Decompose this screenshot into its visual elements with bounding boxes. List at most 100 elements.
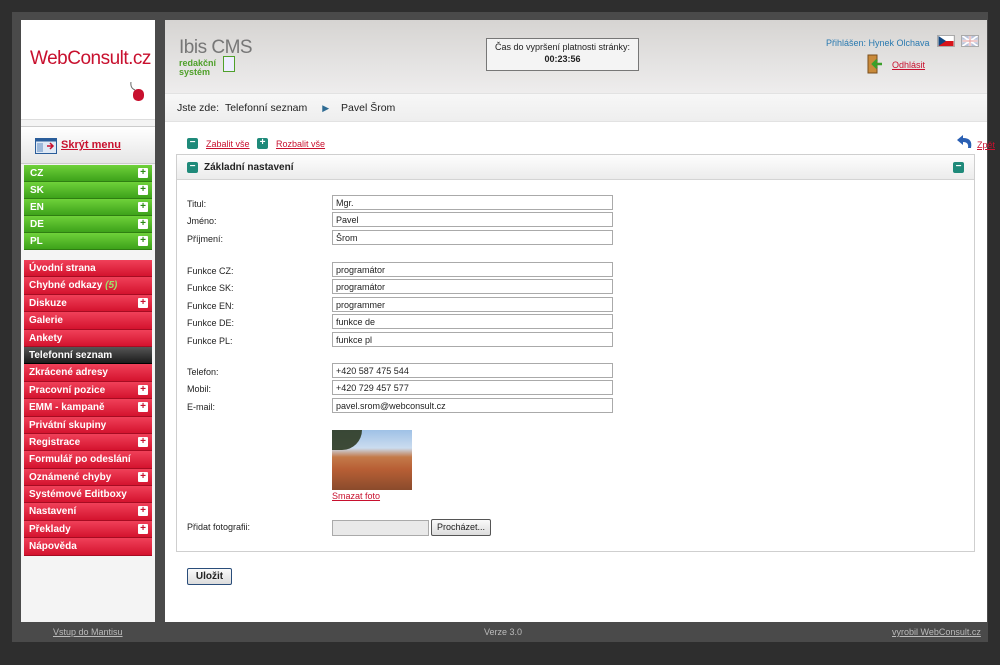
file-path-field[interactable] — [332, 520, 429, 536]
menu-label: Privátní skupiny — [29, 419, 107, 431]
settings-panel: − Základní nastavení − Titul: Jméno: Pří… — [176, 154, 975, 552]
header: Ibis CMS redakční systém Čas do vypršení… — [165, 20, 987, 93]
menu-item-napoveda[interactable]: Nápověda — [24, 538, 152, 556]
timer-value: 00:23:56 — [544, 54, 581, 64]
function-cz-label: Funkce CZ: — [187, 266, 234, 276]
toolbar: − Zabalit vše + Rozbalit vše Zpět — [187, 135, 995, 154]
save-button[interactable]: Uložit — [187, 568, 232, 585]
menu-item-galerie[interactable]: Galerie — [24, 312, 152, 330]
menu-label: Ankety — [29, 332, 63, 344]
back-label: Zpět — [977, 140, 996, 150]
cms-logo: Ibis CMS redakční systém — [179, 37, 253, 77]
plus-icon[interactable]: + — [138, 219, 148, 229]
function-de-field[interactable] — [332, 314, 613, 329]
breadcrumb-item[interactable]: Telefonní seznam — [225, 102, 307, 114]
function-pl-field[interactable] — [332, 332, 613, 347]
menu-item-diskuze[interactable]: Diskuze + — [24, 294, 152, 313]
function-en-field[interactable] — [332, 297, 613, 312]
menu-item-formular-po-odeslani[interactable]: Formulář po odeslání — [24, 451, 152, 469]
undo-arrow-icon — [957, 135, 972, 148]
plus-icon: + — [257, 138, 268, 149]
logout-icon[interactable] — [865, 54, 883, 74]
lang-item-pl[interactable]: PL + — [24, 233, 152, 250]
breadcrumb: Jste zde: Telefonní seznam ▶ Pavel Šrom — [165, 93, 987, 122]
menu-item-systemove-editboxy[interactable]: Systémové Editboxy — [24, 486, 152, 504]
lang-item-en[interactable]: EN + — [24, 199, 152, 216]
logo[interactable]: WebConsult.cz — [21, 20, 155, 120]
expand-all-button[interactable]: + Rozbalit vše — [257, 138, 325, 149]
lang-label: SK — [30, 185, 44, 196]
menu-item-zkracene-adresy[interactable]: Zkrácené adresy — [24, 364, 152, 382]
title-field[interactable] — [332, 195, 613, 210]
plus-icon[interactable]: + — [138, 185, 148, 195]
panel-header[interactable]: − Základní nastavení − — [177, 155, 974, 180]
menu-item-oznamene-chyby[interactable]: Oznámené chyby + — [24, 468, 152, 487]
arrow-right-icon: ▶ — [322, 103, 330, 113]
breadcrumb-prefix: Jste zde: — [177, 102, 220, 114]
menu-item-emm-kampane[interactable]: EMM - kampaně + — [24, 399, 152, 417]
mantis-link[interactable]: Vstup do Mantisu — [53, 627, 123, 637]
function-de-label: Funkce DE: — [187, 318, 235, 328]
plus-icon[interactable]: + — [138, 168, 148, 178]
menu-item-preklady[interactable]: Překlady + — [24, 520, 152, 539]
function-cz-field[interactable] — [332, 262, 613, 277]
email-field[interactable] — [332, 398, 613, 413]
plus-icon[interactable]: + — [138, 402, 148, 413]
menu-label: Zkrácené adresy — [29, 367, 108, 379]
logout-link[interactable]: Odhlásit — [892, 60, 925, 70]
plus-icon[interactable]: + — [138, 297, 148, 308]
lang-label: CZ — [30, 168, 44, 179]
first-name-field[interactable] — [332, 212, 613, 227]
cms-title: Ibis CMS — [179, 37, 253, 58]
menu-item-telefonni-seznam[interactable]: Telefonní seznam — [24, 346, 152, 365]
function-sk-label: Funkce SK: — [187, 283, 234, 293]
menu-item-registrace[interactable]: Registrace + — [24, 433, 152, 452]
lang-item-cz[interactable]: CZ + — [24, 165, 152, 182]
menu-item-nastaveni[interactable]: Nastavení + — [24, 503, 152, 521]
menu-label: Úvodní strana — [29, 263, 96, 274]
phone-field[interactable] — [332, 363, 613, 378]
collapse-icon[interactable]: − — [953, 162, 964, 173]
menu-item-chybne-odkazy[interactable]: Chybné odkazy (5) — [24, 277, 152, 295]
menu-label: Galerie — [29, 315, 63, 327]
delete-photo-link[interactable]: Smazat foto — [332, 491, 380, 501]
menu-label: Registrace — [29, 436, 81, 448]
phone-label: Telefon: — [187, 367, 219, 377]
hide-menu-button[interactable]: Skrýt menu — [21, 126, 155, 164]
uk-flag-icon[interactable] — [961, 35, 979, 47]
function-sk-field[interactable] — [332, 279, 613, 294]
collapse-all-button[interactable]: − Zabalit vše — [187, 138, 250, 149]
count-badge: (5) — [105, 280, 118, 292]
back-button[interactable]: Zpět — [955, 134, 995, 150]
menu-item-privatni-skupiny[interactable]: Privátní skupiny — [24, 416, 152, 434]
plus-icon[interactable]: + — [138, 436, 148, 447]
profile-photo — [332, 430, 412, 490]
czech-flag-icon[interactable] — [937, 35, 955, 47]
lang-item-de[interactable]: DE + — [24, 216, 152, 233]
plus-icon[interactable]: + — [138, 202, 148, 212]
menu-item-ankety[interactable]: Ankety — [24, 329, 152, 347]
language-list: CZ + SK + EN + DE + PL + — [24, 165, 152, 250]
collapse-all-label: Zabalit vše — [206, 138, 250, 149]
function-en-label: Funkce EN: — [187, 301, 235, 311]
menu-label: Chybné odkazy — [29, 280, 103, 292]
window-icon — [35, 138, 57, 154]
browse-button[interactable]: Procházet... — [431, 519, 491, 536]
menu-item-pracovni-pozice[interactable]: Pracovní pozice + — [24, 381, 152, 400]
plus-icon[interactable]: + — [138, 523, 148, 534]
last-name-field[interactable] — [332, 230, 613, 245]
menu-item-uvodni-strana[interactable]: Úvodní strana — [24, 260, 152, 278]
plus-icon[interactable]: + — [138, 506, 148, 517]
function-pl-label: Funkce PL: — [187, 336, 233, 346]
collapse-icon[interactable]: − — [187, 162, 198, 173]
hide-menu-label: Skrýt menu — [61, 139, 121, 151]
first-name-label: Jméno: — [187, 216, 217, 226]
cms-subtitle: redakční systém — [179, 59, 252, 77]
plus-icon[interactable]: + — [138, 236, 148, 246]
menu-label: Diskuze — [29, 297, 67, 309]
plus-icon[interactable]: + — [138, 384, 148, 395]
plus-icon[interactable]: + — [138, 471, 148, 482]
author-link[interactable]: vyrobil WebConsult.cz — [892, 627, 981, 637]
mobile-field[interactable] — [332, 380, 613, 395]
lang-item-sk[interactable]: SK + — [24, 182, 152, 199]
